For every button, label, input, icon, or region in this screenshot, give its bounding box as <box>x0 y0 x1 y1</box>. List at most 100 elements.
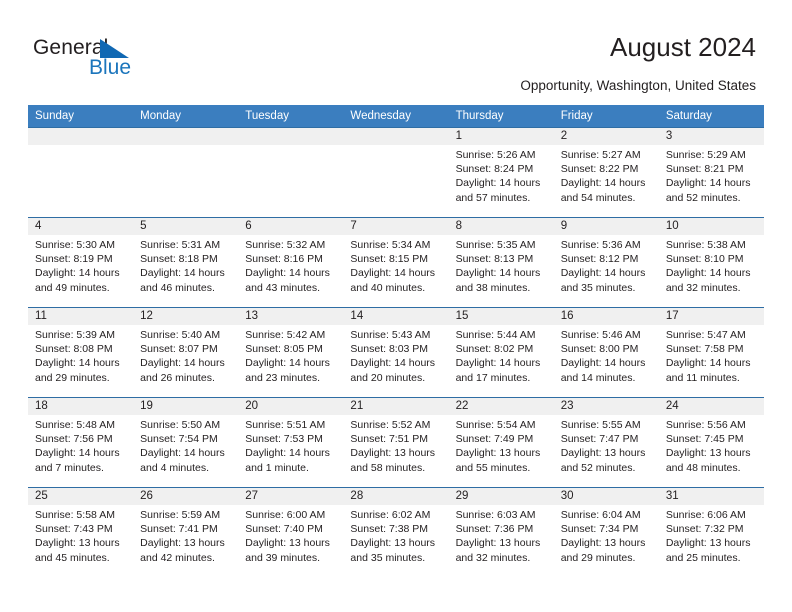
day-number: 8 <box>448 218 554 235</box>
general-blue-logo[interactable]: General Blue <box>33 36 253 88</box>
daylight-duration-line1: Daylight: 14 hours <box>350 267 436 280</box>
calendar-day-cell[interactable]: 28 Sunrise: 6:02 AM Sunset: 7:38 PM Dayligh… <box>343 487 449 578</box>
day-details: Sunrise: 5:26 AM Sunset: 8:24 PM Daylight:… <box>449 145 554 205</box>
calendar-day-cell[interactable]: 25 Sunrise: 5:58 AM Sunset: 7:43 PM Dayligh… <box>28 487 134 578</box>
day-number <box>133 128 239 145</box>
day-details: Sunrise: 5:52 AM Sunset: 7:51 PM Daylight:… <box>343 415 448 475</box>
day-number <box>238 128 344 145</box>
daylight-duration-line1: Daylight: 13 hours <box>140 537 225 550</box>
calendar-day-cell[interactable]: 27 Sunrise: 6:00 AM Sunset: 7:40 PM Dayligh… <box>238 487 344 578</box>
calendar-day-cell[interactable]: 26 Sunrise: 5:59 AM Sunset: 7:41 PM Dayligh… <box>133 487 239 578</box>
daylight-duration-line2: and 35 minutes. <box>560 281 636 294</box>
day-number: 29 <box>448 488 554 505</box>
calendar-day-cell[interactable]: 18 Sunrise: 5:48 AM Sunset: 7:56 PM Dayligh… <box>28 397 134 488</box>
sunset-time: Sunset: 7:38 PM <box>350 523 429 536</box>
calendar-day-cell-empty <box>343 127 449 218</box>
calendar-day-cell[interactable]: 20 Sunrise: 5:51 AM Sunset: 7:53 PM Dayligh… <box>238 397 344 488</box>
daylight-duration-line2: and 29 minutes. <box>35 371 110 384</box>
calendar-day-cell[interactable]: 9 Sunrise: 5:36 AM Sunset: 8:12 PM Daylight… <box>553 217 659 308</box>
sunset-time: Sunset: 7:41 PM <box>140 523 218 536</box>
page-subtitle-location: Opportunity, Washington, United States <box>520 78 756 93</box>
day-details: Sunrise: 5:43 AM Sunset: 8:03 PM Daylight:… <box>343 325 448 385</box>
day-details: Sunrise: 6:02 AM Sunset: 7:38 PM Daylight:… <box>343 505 448 565</box>
calendar-day-cell[interactable]: 16 Sunrise: 5:46 AM Sunset: 8:00 PM Dayligh… <box>553 307 659 398</box>
calendar-day-cell[interactable]: 19 Sunrise: 5:50 AM Sunset: 7:54 PM Dayligh… <box>133 397 239 488</box>
day-number: 17 <box>658 308 764 325</box>
sunset-time: Sunset: 7:51 PM <box>350 433 429 446</box>
sunset-time: Sunset: 8:18 PM <box>140 253 218 266</box>
daylight-duration-line1: Daylight: 14 hours <box>665 357 751 370</box>
day-details: Sunrise: 5:47 AM Sunset: 7:58 PM Daylight:… <box>659 325 764 385</box>
daylight-duration-line2: and 48 minutes. <box>665 461 741 474</box>
calendar-day-cell[interactable]: 4 Sunrise: 5:30 AM Sunset: 8:19 PM Daylight… <box>28 217 134 308</box>
daylight-duration-line1: Daylight: 13 hours <box>665 537 751 550</box>
day-number: 30 <box>553 488 659 505</box>
daylight-duration-line2: and 43 minutes. <box>245 281 320 294</box>
sunset-time: Sunset: 8:21 PM <box>665 163 744 176</box>
day-number: 5 <box>133 218 239 235</box>
calendar-day-cell[interactable]: 30 Sunrise: 6:04 AM Sunset: 7:34 PM Dayligh… <box>553 487 659 578</box>
calendar-day-cell[interactable]: 10 Sunrise: 5:38 AM Sunset: 8:10 PM Dayligh… <box>658 217 764 308</box>
sunrise-time: Sunrise: 5:56 AM <box>665 419 746 431</box>
daylight-duration-line2: and 35 minutes. <box>350 551 426 564</box>
daylight-duration-line2: and 46 minutes. <box>140 281 215 294</box>
calendar-day-cell[interactable]: 17 Sunrise: 5:47 AM Sunset: 7:58 PM Dayligh… <box>658 307 764 398</box>
calendar-day-cell[interactable]: 15 Sunrise: 5:44 AM Sunset: 8:02 PM Dayligh… <box>448 307 554 398</box>
daylight-duration-line2: and 14 minutes. <box>560 371 636 384</box>
calendar-header-row: Sunday Monday Tuesday Wednesday Thursday… <box>28 105 764 128</box>
sunrise-time: Sunrise: 5:54 AM <box>455 419 536 431</box>
sunset-time: Sunset: 7:45 PM <box>665 433 744 446</box>
day-details: Sunrise: 6:04 AM Sunset: 7:34 PM Daylight:… <box>554 505 659 565</box>
calendar-week-row: 1 Sunrise: 5:26 AM Sunset: 8:24 PM Daylight… <box>28 127 764 218</box>
day-details: Sunrise: 5:50 AM Sunset: 7:54 PM Daylight:… <box>133 415 238 475</box>
calendar-day-cell[interactable]: 29 Sunrise: 6:03 AM Sunset: 7:36 PM Dayligh… <box>448 487 554 578</box>
daylight-duration-line1: Daylight: 14 hours <box>245 267 330 280</box>
calendar-day-cell[interactable]: 5 Sunrise: 5:31 AM Sunset: 8:18 PM Daylight… <box>133 217 239 308</box>
calendar-day-cell[interactable]: 6 Sunrise: 5:32 AM Sunset: 8:16 PM Daylight… <box>238 217 344 308</box>
calendar-day-cell[interactable]: 14 Sunrise: 5:43 AM Sunset: 8:03 PM Dayligh… <box>343 307 449 398</box>
calendar-day-cell[interactable]: 11 Sunrise: 5:39 AM Sunset: 8:08 PM Dayligh… <box>28 307 134 398</box>
daylight-duration-line1: Daylight: 13 hours <box>35 537 120 550</box>
daylight-duration-line1: Daylight: 14 hours <box>140 357 225 370</box>
sunset-time: Sunset: 8:22 PM <box>560 163 639 176</box>
calendar-day-cell[interactable]: 24 Sunrise: 5:56 AM Sunset: 7:45 PM Dayligh… <box>658 397 764 488</box>
calendar-day-cell[interactable]: 23 Sunrise: 5:55 AM Sunset: 7:47 PM Dayligh… <box>553 397 659 488</box>
calendar-day-cell[interactable]: 22 Sunrise: 5:54 AM Sunset: 7:49 PM Dayligh… <box>448 397 554 488</box>
sunrise-time: Sunrise: 5:59 AM <box>140 509 221 521</box>
sunrise-time: Sunrise: 6:06 AM <box>665 509 746 521</box>
calendar-day-cell[interactable]: 8 Sunrise: 5:35 AM Sunset: 8:13 PM Daylight… <box>448 217 554 308</box>
daylight-duration-line2: and 39 minutes. <box>245 551 320 564</box>
sunrise-time: Sunrise: 5:40 AM <box>140 329 221 341</box>
calendar-day-cell[interactable]: 7 Sunrise: 5:34 AM Sunset: 8:15 PM Daylight… <box>343 217 449 308</box>
daylight-duration-line2: and 57 minutes. <box>455 191 531 204</box>
daylight-duration-line2: and 52 minutes. <box>560 461 636 474</box>
daylight-duration-line1: Daylight: 14 hours <box>350 357 436 370</box>
calendar-week-row: 18 Sunrise: 5:48 AM Sunset: 7:56 PM Dayligh… <box>28 397 764 488</box>
calendar-day-cell[interactable]: 2 Sunrise: 5:27 AM Sunset: 8:22 PM Daylight… <box>553 127 659 218</box>
weekday-header-saturday: Saturday <box>658 105 764 128</box>
daylight-duration-line1: Daylight: 13 hours <box>560 447 646 460</box>
day-number: 14 <box>343 308 449 325</box>
day-details: Sunrise: 5:56 AM Sunset: 7:45 PM Daylight:… <box>659 415 764 475</box>
calendar-day-cell[interactable]: 31 Sunrise: 6:06 AM Sunset: 7:32 PM Dayligh… <box>658 487 764 578</box>
day-details: Sunrise: 5:34 AM Sunset: 8:15 PM Daylight:… <box>343 235 448 295</box>
daylight-duration-line1: Daylight: 14 hours <box>665 177 751 190</box>
day-details: Sunrise: 5:35 AM Sunset: 8:13 PM Daylight:… <box>449 235 554 295</box>
day-number: 2 <box>553 128 659 145</box>
calendar-day-cell[interactable]: 21 Sunrise: 5:52 AM Sunset: 7:51 PM Dayligh… <box>343 397 449 488</box>
sunset-time: Sunset: 7:53 PM <box>245 433 323 446</box>
calendar-day-cell[interactable]: 12 Sunrise: 5:40 AM Sunset: 8:07 PM Dayligh… <box>133 307 239 398</box>
day-number: 18 <box>28 398 134 415</box>
day-number: 24 <box>658 398 764 415</box>
calendar-week-row: 25 Sunrise: 5:58 AM Sunset: 7:43 PM Dayligh… <box>28 487 764 578</box>
daylight-duration-line1: Daylight: 14 hours <box>455 267 541 280</box>
day-details: Sunrise: 5:54 AM Sunset: 7:49 PM Daylight:… <box>449 415 554 475</box>
calendar-day-cell[interactable]: 1 Sunrise: 5:26 AM Sunset: 8:24 PM Daylight… <box>448 127 554 218</box>
day-number: 28 <box>343 488 449 505</box>
day-number: 23 <box>553 398 659 415</box>
weekday-header-thursday: Thursday <box>448 105 554 128</box>
daylight-duration-line1: Daylight: 13 hours <box>455 537 541 550</box>
calendar-day-cell[interactable]: 3 Sunrise: 5:29 AM Sunset: 8:21 PM Daylight… <box>658 127 764 218</box>
calendar-day-cell[interactable]: 13 Sunrise: 5:42 AM Sunset: 8:05 PM Dayligh… <box>238 307 344 398</box>
daylight-duration-line1: Daylight: 14 hours <box>560 357 646 370</box>
